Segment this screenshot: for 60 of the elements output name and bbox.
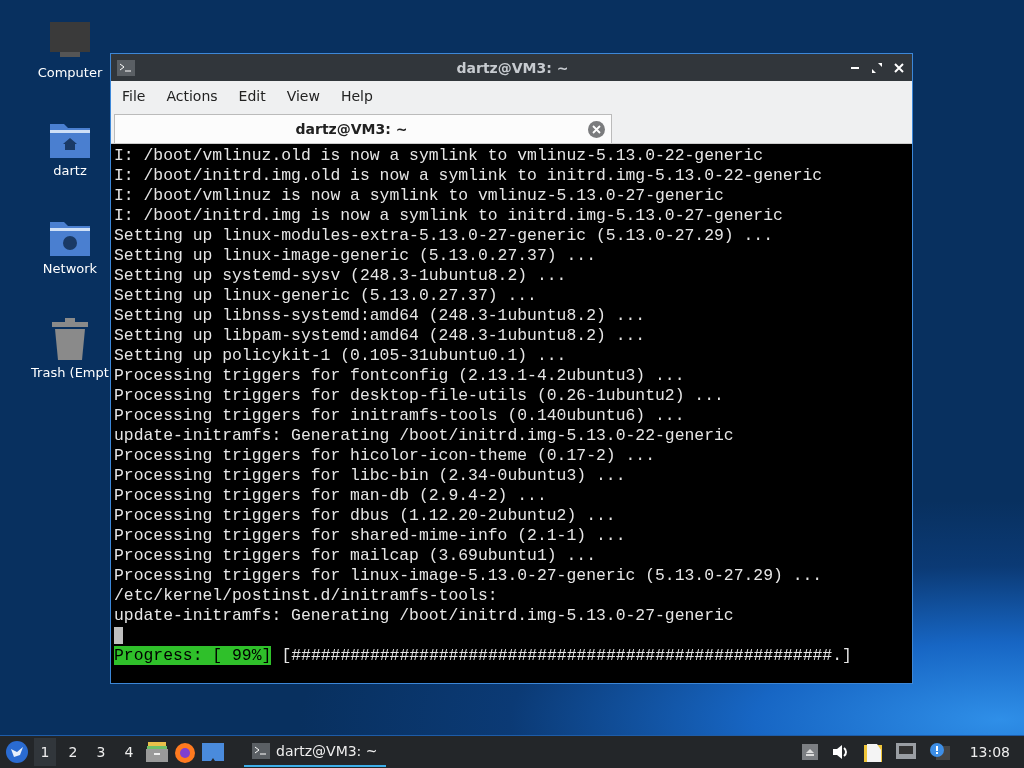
workspace-button[interactable]: 1 [34, 738, 56, 766]
desktop-icon-label[interactable]: Computer [37, 65, 103, 80]
progress-bar-text: [#######################################################.] [281, 646, 852, 665]
terminal-line: Processing triggers for libc-bin (2.34-0ubuntu3) ... [114, 466, 626, 485]
eject-icon[interactable] [801, 744, 818, 760]
menu-item[interactable]: View [286, 88, 320, 104]
menu-item[interactable]: File [122, 88, 146, 104]
terminal-line: I: /boot/vmlinuz.old is now a symlink to vmlinuz-5.13.0-22-generic [114, 146, 764, 165]
close-icon[interactable] [894, 62, 904, 73]
terminal-line: I: /boot/initrd.img.old is now a symlink to initrd.img-5.13.0-22-generic [114, 166, 823, 185]
workspace-button[interactable]: 4 [118, 738, 140, 766]
workspace-button[interactable]: 3 [90, 738, 112, 766]
terminal-line: /etc/kernel/postinst.d/initramfs-tools: [114, 586, 498, 605]
file-cabinet-icon[interactable] [146, 742, 168, 762]
workspace-button[interactable]: 2 [62, 738, 84, 766]
terminal-line: Processing triggers for shared-mime-info (2.1-1) ... [114, 526, 626, 545]
bird-logo-icon[interactable] [6, 741, 28, 763]
restore-icon[interactable] [872, 62, 882, 73]
terminal-line: Processing triggers for desktop-file-utils (0.26-1ubuntu2) ... [114, 386, 724, 405]
terminal-line: I: /boot/initrd.img is now a symlink to initrd.img-5.13.0-27-generic [114, 206, 783, 225]
terminal-line: Setting up linux-generic (5.13.0.27.37) ... [114, 286, 537, 305]
terminal-line: Processing triggers for mailcap (3.69ubuntu1) ... [114, 546, 596, 565]
trash-icon[interactable] [52, 318, 88, 360]
network-folder-icon[interactable] [50, 220, 90, 256]
terminal-line: Setting up systemd-sysv (248.3-1ubuntu8.2) ... [114, 266, 567, 285]
clipboard-icon[interactable] [863, 742, 882, 762]
clock[interactable]: 13:08 [969, 744, 1010, 760]
progress-label: Progress: [ 99%] [114, 646, 272, 665]
network-port-icon[interactable] [895, 743, 916, 761]
terminal-line: Processing triggers for hicolor-icon-theme (0.17-2) ... [114, 446, 655, 465]
desktop-icon-label[interactable]: Trash (Empt [31, 365, 109, 380]
terminal-line: Processing triggers for man-db (2.9.4-2) ... [114, 486, 547, 505]
volume-icon[interactable] [831, 744, 850, 760]
notification-icon[interactable] [929, 743, 950, 761]
menu-item[interactable]: Actions [166, 88, 218, 104]
terminal-line: Setting up linux-modules-extra-5.13.0-27-generic (5.13.0-27.29) ... [114, 226, 773, 245]
terminal-line: Setting up libpam-systemd:amd64 (248.3-1ubuntu8.2) ... [114, 326, 646, 345]
window-title: dartz@VM3: ~ [455, 59, 570, 76]
terminal-line: I: /boot/vmlinuz is now a symlink to vmlinuz-5.13.0-27-generic [114, 186, 724, 205]
terminal-line: update-initramfs: Generating /boot/initrd.img-5.13.0-27-generic [114, 606, 734, 625]
desktop-icon-label[interactable]: Network [42, 261, 98, 276]
terminal-icon [117, 59, 135, 76]
menu-item[interactable]: Help [340, 88, 373, 104]
text-cursor [114, 627, 123, 645]
close-tab-icon[interactable] [588, 120, 605, 138]
terminal-line: update-initramfs: Generating /boot/initrd.img-5.13.0-22-generic [114, 426, 734, 445]
terminal-line: Processing triggers for dbus (1.12.20-2ubuntu2) ... [114, 506, 616, 525]
terminal-line: Setting up policykit-1 (0.105-31ubuntu0.1) ... [114, 346, 567, 365]
taskbar-task[interactable]: dartz@VM3: ~ [244, 737, 386, 767]
desktop-icon-label[interactable]: dartz [53, 163, 87, 178]
terminal-line: Processing triggers for initramfs-tools (0.140ubuntu6) ... [114, 406, 685, 425]
terminal-tab[interactable]: dartz@VM3: ~ [114, 114, 612, 143]
terminal-line: Processing triggers for linux-image-5.13.0-27-generic (5.13.0-27.29) ... [114, 566, 823, 585]
home-folder-icon[interactable] [50, 122, 90, 158]
browser-icon[interactable] [174, 741, 196, 763]
terminal-line: Setting up linux-image-generic (5.13.0.27.37) ... [114, 246, 596, 265]
menu-item[interactable]: Edit [238, 88, 266, 104]
terminal-icon [252, 743, 270, 759]
terminal-line: Setting up libnss-systemd:amd64 (248.3-1ubuntu8.2) ... [114, 306, 646, 325]
terminal-line: Processing triggers for fontconfig (2.13.1-4.2ubuntu3) ... [114, 366, 685, 385]
